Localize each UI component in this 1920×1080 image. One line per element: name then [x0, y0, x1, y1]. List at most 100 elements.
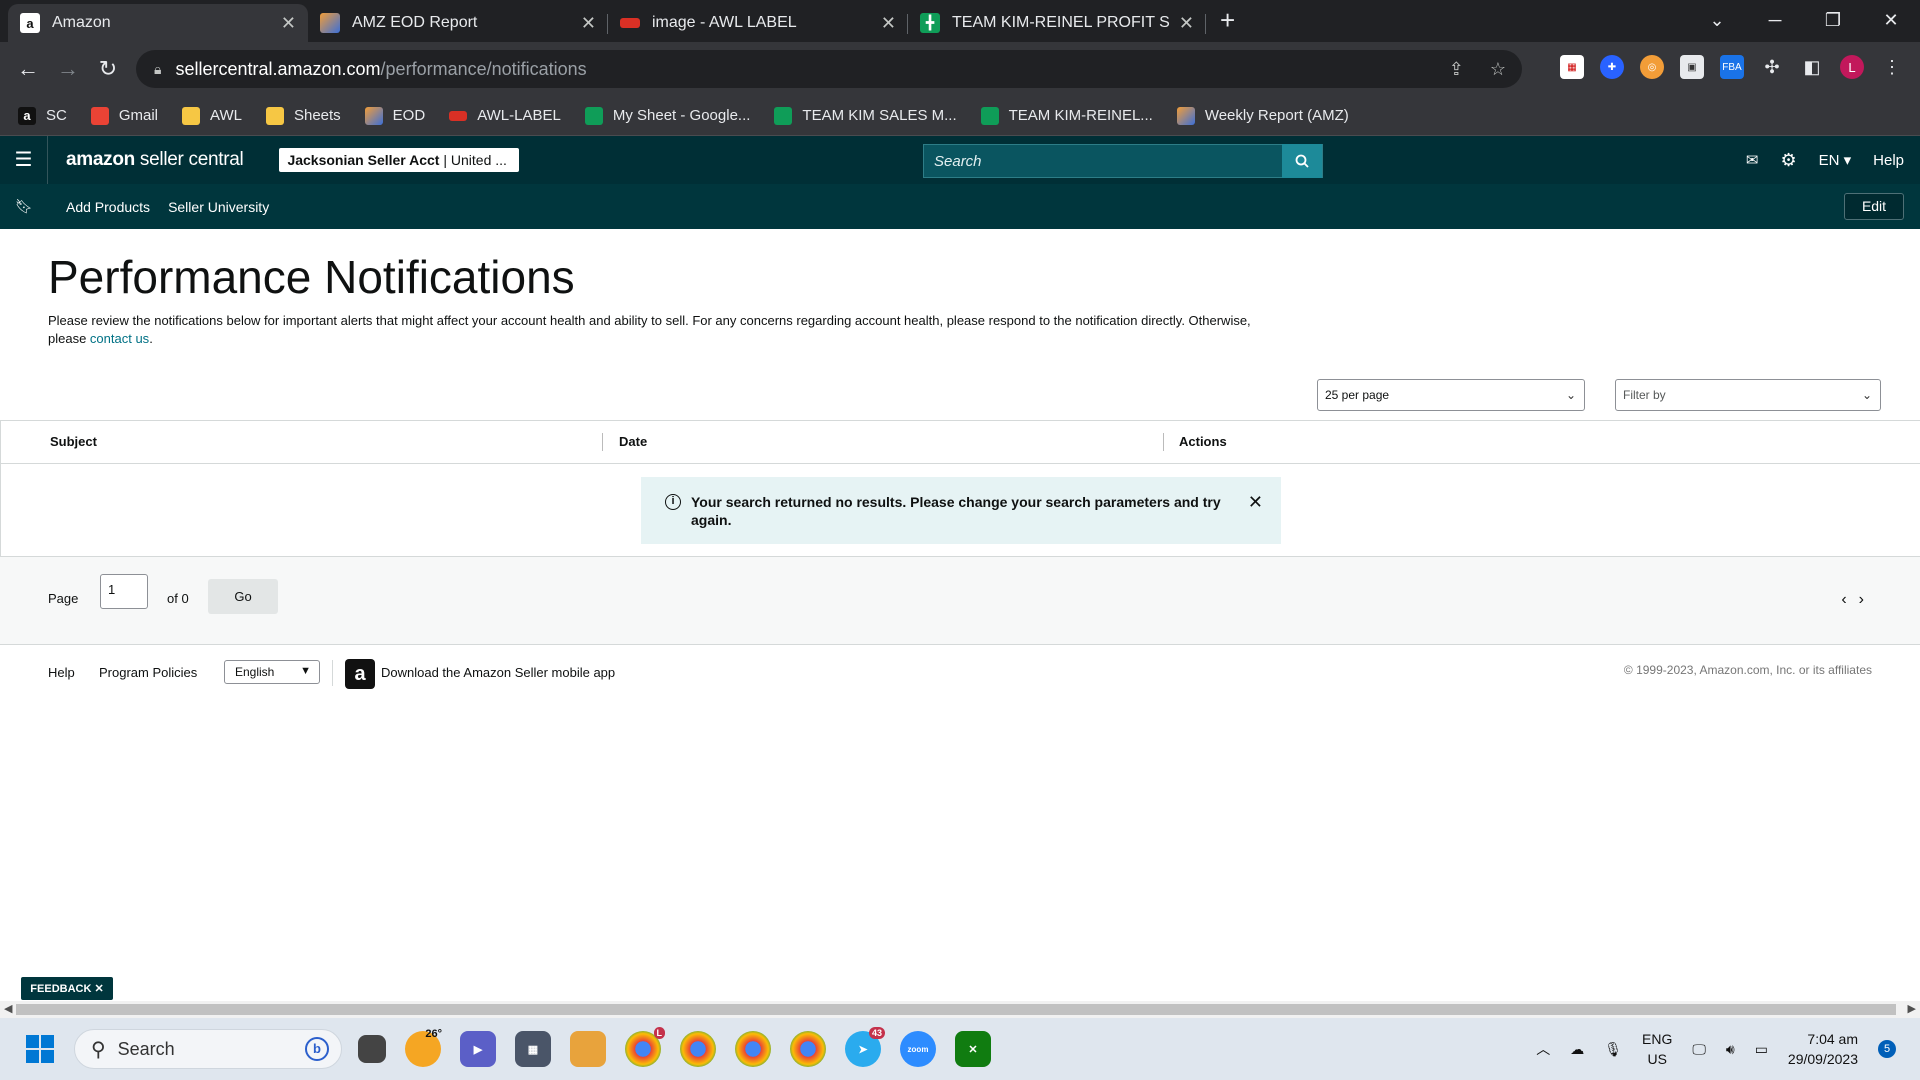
browser-tab[interactable]: a Amazon ✕ — [8, 4, 308, 42]
bookmark-item[interactable]: TEAM KIM SALES M... — [774, 106, 957, 125]
gear-icon[interactable]: ⚙ — [1780, 150, 1796, 171]
language-label: EN — [1818, 152, 1840, 169]
side-panel-icon[interactable]: ◧ — [1800, 55, 1824, 79]
bookmark-item[interactable]: Gmail — [90, 106, 158, 125]
scrollbar-thumb[interactable] — [16, 1004, 1896, 1015]
bookmark-item[interactable]: EOD — [364, 106, 425, 125]
taskbar-search[interactable]: ⚲ Search b — [74, 1029, 342, 1069]
header-actions: ✉ ⚙ EN ▾ Help — [1746, 136, 1904, 184]
close-window-icon[interactable]: ✕ — [1862, 0, 1920, 40]
volume-icon[interactable]: 🔊︎ — [1726, 1041, 1735, 1058]
contact-us-link[interactable]: contact us — [90, 331, 149, 346]
subnav-link-seller-university[interactable]: Seller University — [168, 199, 269, 215]
bookmark-item[interactable]: My Sheet - Google... — [584, 106, 750, 125]
feedback-button[interactable]: FEEDBACK ✕ — [21, 977, 113, 1000]
notification-badge[interactable]: 5 — [1878, 1040, 1896, 1058]
weather-icon[interactable]: 26° — [405, 1028, 442, 1067]
restore-icon[interactable]: ❐ — [1804, 0, 1862, 40]
download-app-link[interactable]: Download the Amazon Seller mobile app — [381, 665, 615, 680]
filter-select[interactable]: Filter by ⌄ — [1615, 379, 1881, 411]
close-icon[interactable]: ✕ — [1179, 13, 1194, 34]
browser-tab[interactable]: AMZ EOD Report ✕ — [308, 4, 608, 42]
bookmark-item[interactable]: Weekly Report (AMZ) — [1176, 106, 1349, 125]
teams-icon[interactable]: ▶ — [460, 1031, 496, 1067]
bookmark-item[interactable]: AWL-LABEL — [449, 107, 561, 124]
telegram-icon[interactable]: ➤ 43 — [845, 1027, 885, 1067]
bookmark-icon[interactable]: 🔖︎ — [0, 198, 48, 215]
seller-central-logo[interactable]: amazon seller central — [66, 149, 244, 171]
chrome-icon[interactable]: L — [625, 1027, 665, 1067]
close-icon[interactable]: ✕ — [581, 13, 596, 34]
address-bar[interactable]: 🔒︎ sellercentral.amazon.com/performance/… — [136, 50, 1522, 88]
extension-icon[interactable]: ▦ — [1560, 55, 1584, 79]
help-link[interactable]: Help — [1873, 152, 1904, 169]
search-input[interactable] — [924, 152, 1282, 170]
close-icon[interactable]: ✕ — [281, 13, 296, 34]
subnav-link-add-products[interactable]: Add Products — [66, 199, 150, 215]
account-switcher[interactable]: Jacksonian Seller Acct | United ... — [279, 148, 520, 172]
files-icon[interactable] — [570, 1031, 606, 1067]
extension-icon[interactable]: ◎ — [1640, 55, 1664, 79]
mail-icon[interactable]: ✉ — [1746, 151, 1759, 169]
chevron-left-icon[interactable]: ‹ — [1841, 591, 1858, 608]
network-icon[interactable]: 🖵︎ — [1692, 1041, 1706, 1058]
page-footer: Help Program Policies English ▼ a Downloa… — [0, 645, 1920, 705]
minimize-icon[interactable]: ─ — [1746, 0, 1804, 40]
edit-button[interactable]: Edit — [1844, 193, 1904, 220]
battery-icon[interactable]: ▭ — [1755, 1041, 1768, 1058]
bookmark-item[interactable]: TEAM KIM-REINEL... — [980, 106, 1153, 125]
footer-help-link[interactable]: Help — [48, 665, 75, 680]
new-tab-button[interactable]: + — [1206, 5, 1249, 42]
profile-avatar[interactable]: L — [1840, 55, 1864, 79]
scroll-left-icon[interactable]: ◀ — [4, 1002, 12, 1015]
task-view-icon[interactable] — [358, 1035, 386, 1063]
language-selector[interactable]: EN ▾ — [1819, 151, 1852, 169]
windows-start-icon[interactable] — [26, 1035, 54, 1063]
input-language[interactable]: ENG US — [1642, 1029, 1672, 1069]
per-page-select[interactable]: 25 per page ⌄ — [1317, 379, 1585, 411]
close-icon[interactable]: ✕ — [1248, 493, 1263, 511]
browser-tab[interactable]: ╋ TEAM KIM-REINEL PROFIT SHEE ✕ — [908, 4, 1206, 42]
menu-icon[interactable]: ⋮ — [1880, 55, 1904, 79]
horizontal-scrollbar[interactable]: ◀ ▶ — [0, 1001, 1920, 1018]
tab-search-icon[interactable]: ⌄ — [1688, 0, 1746, 40]
search-button[interactable] — [1282, 144, 1322, 178]
bookmark-item[interactable]: AWL — [182, 106, 242, 125]
bookmark-label: SC — [46, 107, 67, 124]
forward-icon[interactable]: → — [48, 56, 88, 82]
column-header-subject[interactable]: Subject — [50, 434, 97, 449]
browser-tab[interactable]: image - AWL LABEL ✕ — [608, 4, 908, 42]
chrome-icon[interactable] — [735, 1031, 771, 1067]
extension-icon[interactable]: FBA — [1720, 55, 1744, 79]
close-icon[interactable]: ✕ — [881, 13, 896, 34]
microphone-icon[interactable]: 🎙︎ — [1604, 1041, 1622, 1058]
bing-icon[interactable]: b — [305, 1037, 329, 1061]
footer-language-select[interactable]: English ▼ — [224, 660, 320, 684]
chrome-icon[interactable] — [680, 1031, 716, 1067]
share-icon[interactable]: ⇪ — [1449, 59, 1464, 80]
scroll-right-icon[interactable]: ▶ — [1908, 1002, 1916, 1015]
close-icon[interactable]: ✕ — [94, 982, 103, 995]
hamburger-menu-icon[interactable]: ☰ — [0, 136, 48, 184]
back-icon[interactable]: ← — [8, 56, 48, 82]
column-header-date[interactable]: Date — [619, 434, 647, 449]
camera-icon[interactable]: ▣ — [1680, 55, 1704, 79]
zoom-icon[interactable]: zoom — [900, 1031, 936, 1067]
page-number-input[interactable]: 1 — [100, 574, 148, 609]
onedrive-icon[interactable]: ☁ — [1570, 1041, 1584, 1058]
extension-icon[interactable]: ✚ — [1600, 55, 1624, 79]
clock[interactable]: 7:04 am 29/09/2023 — [1788, 1029, 1858, 1069]
chevron-right-icon[interactable]: › — [1859, 591, 1876, 608]
bookmark-star-icon[interactable]: ☆ — [1490, 59, 1506, 80]
bookmark-item[interactable]: a SC — [18, 106, 67, 125]
calculator-icon[interactable]: ▦ — [515, 1031, 551, 1067]
puzzle-icon[interactable]: ✣ — [1760, 55, 1784, 79]
extensions-bar: ▦ ✚ ◎ ▣ FBA ✣ ◧ L ⋮ — [1560, 55, 1904, 79]
reload-icon[interactable]: ↻ — [88, 56, 128, 82]
xbox-icon[interactable]: ✕ — [955, 1031, 991, 1067]
chevron-up-icon[interactable]: ︿ — [1536, 1039, 1550, 1059]
go-button[interactable]: Go — [208, 579, 278, 614]
bookmark-item[interactable]: Sheets — [265, 106, 341, 125]
footer-policies-link[interactable]: Program Policies — [99, 665, 197, 680]
chrome-icon[interactable] — [790, 1031, 826, 1067]
